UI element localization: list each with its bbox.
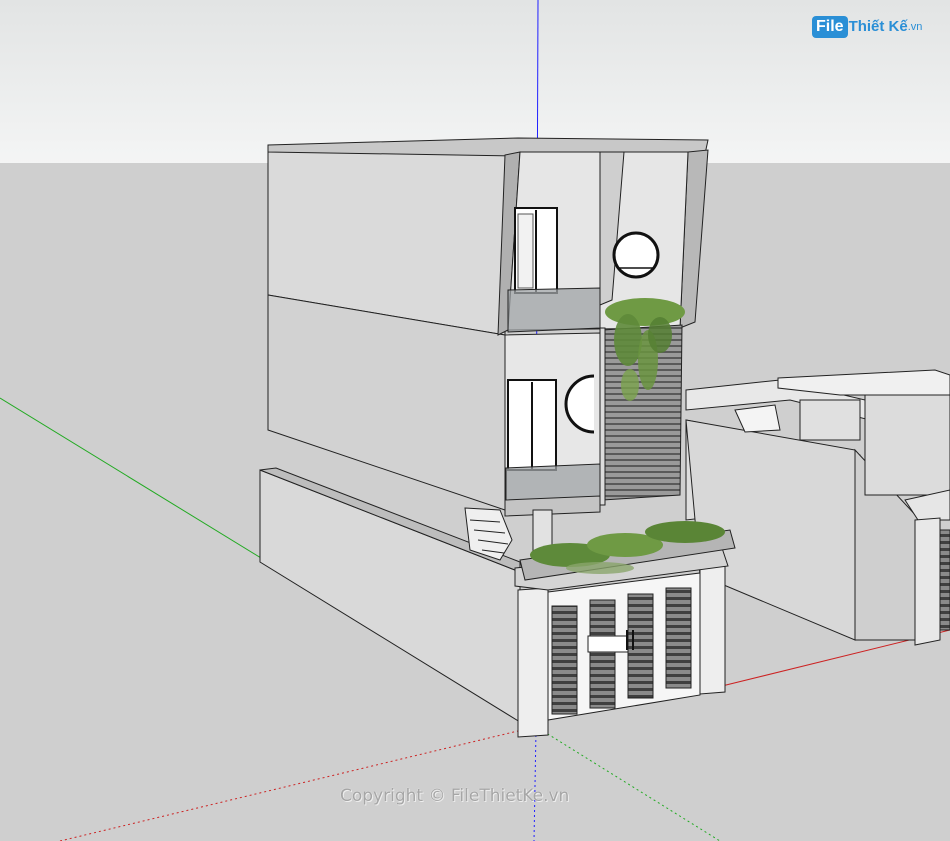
3d-house-model	[0, 0, 950, 841]
neighbour-door	[939, 529, 950, 631]
filethietke-logo: File Thiết Kế .vn	[812, 14, 922, 40]
logo-badge: File	[812, 16, 848, 38]
neighbour-room-2	[864, 394, 950, 496]
logo-text: Thiết Kế	[848, 18, 908, 35]
neighbour-room-1	[799, 399, 861, 441]
top-glass-railing	[507, 287, 601, 333]
sketchup-viewport[interactable]: File Thiết Kế .vn Copyright © FileThietK…	[0, 0, 950, 841]
louver-frame	[599, 327, 606, 506]
top-round-window	[612, 231, 660, 279]
copyright-watermark: Copyright © FileThietKe.vn	[340, 786, 570, 806]
gate-pillar-left	[517, 587, 549, 738]
neighbour-pillar	[914, 517, 941, 646]
folding-gate	[547, 572, 701, 721]
gate-pillar-right	[699, 565, 726, 695]
logo-tld: .vn	[907, 21, 923, 33]
